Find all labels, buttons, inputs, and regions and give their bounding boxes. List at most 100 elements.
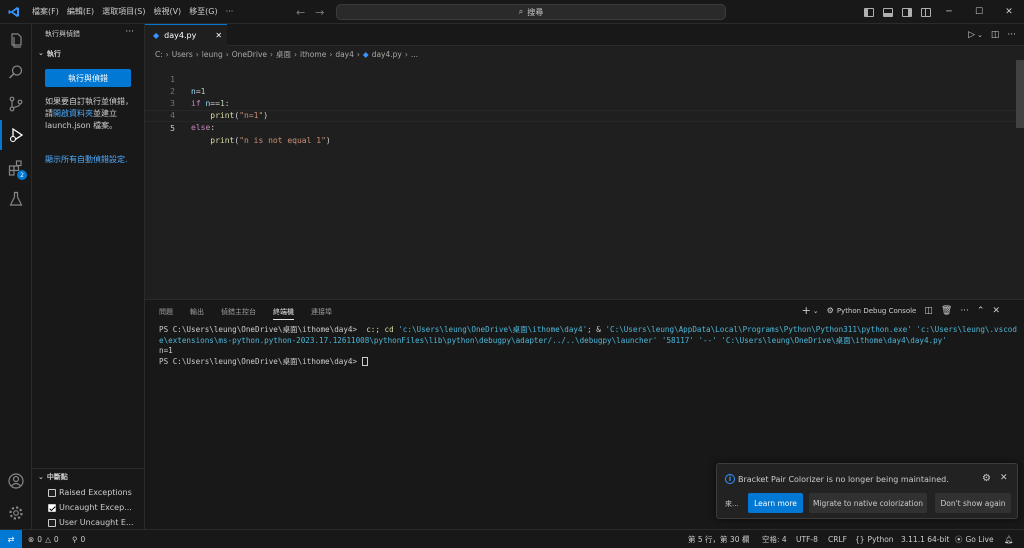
more-actions-icon[interactable]: ···: [960, 306, 969, 316]
editor-scrollbar[interactable]: [1016, 60, 1024, 128]
breadcrumb-item[interactable]: leung: [202, 50, 223, 59]
tab-day4-py[interactable]: ◆ day4.py ✕: [145, 24, 227, 46]
chevron-down-icon[interactable]: ⌄: [813, 307, 819, 315]
run-section-header[interactable]: ⌄ 執行: [38, 49, 61, 59]
menu-file[interactable]: 檔案(F): [28, 0, 63, 24]
breakpoint-user-uncaught[interactable]: User Uncaught E...: [48, 518, 134, 527]
tab-ports[interactable]: 連接埠: [311, 307, 332, 317]
menu-edit[interactable]: 編輯(E): [63, 0, 98, 24]
split-terminal-icon[interactable]: ◫: [924, 306, 933, 316]
chevron-right-icon: ›: [225, 49, 229, 59]
chevron-right-icon: ›: [270, 49, 274, 59]
testing-flask-icon[interactable]: [0, 184, 32, 214]
vscode-window: 檔案(F) 編輯(E) 選取項目(S) 檢視(V) 移至(G) ··· ← → …: [0, 0, 1024, 548]
source-control-icon[interactable]: [0, 89, 32, 119]
settings-gear-icon[interactable]: [0, 498, 32, 528]
customize-layout-icon[interactable]: [921, 7, 931, 17]
menu-more[interactable]: ···: [222, 0, 238, 24]
learn-more-button[interactable]: Learn more: [748, 493, 803, 513]
tab-terminal[interactable]: 終端機: [273, 307, 294, 320]
menu-go[interactable]: 移至(G): [185, 0, 221, 24]
breadcrumb-item[interactable]: Users: [172, 50, 193, 59]
migrate-button[interactable]: Migrate to native colorization: [809, 493, 927, 513]
run-debug-icon[interactable]: [0, 120, 32, 150]
run-and-debug-button[interactable]: 執行與偵錯: [45, 69, 131, 87]
checkbox-checked[interactable]: [48, 503, 56, 512]
tab-problems[interactable]: 問題: [159, 307, 173, 317]
menu-view[interactable]: 檢視(V): [149, 0, 185, 24]
language-mode[interactable]: {} Python: [855, 530, 894, 548]
close-panel-icon[interactable]: ✕: [992, 306, 1000, 316]
warning-count: 0: [53, 535, 59, 544]
breadcrumb-item[interactable]: day4: [335, 50, 354, 59]
breadcrumb-item[interactable]: ithome: [300, 50, 326, 59]
more-actions-icon[interactable]: ···: [125, 27, 134, 37]
close-window-icon[interactable]: ✕: [994, 0, 1024, 24]
chevron-right-icon: ›: [294, 49, 298, 59]
dont-show-again-button[interactable]: Don't show again: [935, 493, 1011, 513]
new-terminal-plus-icon[interactable]: +: [802, 304, 811, 317]
breakpoint-uncaught-exceptions[interactable]: Uncaught Excep...: [48, 503, 132, 512]
notifications-bell-icon[interactable]: 🔔︎: [1004, 530, 1014, 548]
code-line: 2 if n==1:: [145, 74, 1015, 108]
editor-tab-bar: ◆ day4.py ✕ ▷ ⌄ ◫ ···: [145, 24, 1024, 46]
toggle-primary-sidebar-icon[interactable]: [864, 7, 874, 17]
run-dropdown-chevron-icon[interactable]: ⌄: [977, 31, 983, 39]
code-line-current: 5 print("n is not equal 1"): [145, 110, 1015, 145]
chevron-right-icon: ›: [329, 49, 333, 59]
terminal-output[interactable]: PS C:\Users\leung\OneDrive\桌面\ithome\day…: [159, 325, 1019, 367]
editor-actions: ▷ ⌄ ◫ ···: [968, 24, 1016, 46]
breadcrumb-item[interactable]: C:: [155, 50, 163, 59]
run-file-icon[interactable]: ▷: [968, 30, 975, 40]
toggle-secondary-sidebar-icon[interactable]: [902, 7, 912, 17]
close-notification-icon[interactable]: ✕: [1000, 473, 1008, 483]
code-line: 4 else:: [145, 98, 1015, 132]
line-endings[interactable]: CRLF: [828, 530, 847, 548]
close-tab-icon[interactable]: ✕: [215, 31, 222, 40]
breadcrumb-item[interactable]: ...: [411, 50, 418, 59]
breadcrumb-item[interactable]: 桌面: [276, 49, 291, 60]
maximize-icon[interactable]: ☐: [964, 0, 994, 24]
ports-status[interactable]: ⚲ 0: [72, 530, 85, 548]
tab-output[interactable]: 輸出: [190, 307, 204, 317]
toggle-panel-icon[interactable]: [883, 7, 893, 17]
terminal-operator: ; &: [587, 325, 601, 334]
menu-selection[interactable]: 選取項目(S): [98, 0, 149, 24]
checkbox[interactable]: [48, 518, 56, 527]
chevron-right-icon: ›: [356, 49, 360, 59]
settings-gear-icon[interactable]: ⚙: [982, 473, 991, 484]
forward-arrow-icon[interactable]: →: [315, 6, 324, 19]
command-center-search[interactable]: ⌕ 搜尋: [336, 4, 726, 20]
go-live-button[interactable]: ⦿ Go Live: [955, 530, 994, 548]
maximize-panel-chevron-icon[interactable]: ⌃: [977, 306, 985, 316]
back-arrow-icon[interactable]: ←: [296, 6, 305, 19]
breakpoint-raised-exceptions[interactable]: Raised Exceptions: [48, 488, 132, 497]
terminal-profile-label[interactable]: Python Debug Console: [837, 307, 917, 315]
account-icon[interactable]: [0, 466, 32, 496]
split-editor-icon[interactable]: ◫: [991, 30, 1000, 40]
extensions-icon[interactable]: 2: [0, 153, 32, 183]
minimize-icon[interactable]: ─: [934, 0, 964, 24]
search-icon[interactable]: [0, 57, 32, 87]
problems-status[interactable]: ⊗ 0 △ 0: [28, 530, 59, 548]
cursor-position[interactable]: 第 5 行，第 30 欄: [688, 530, 749, 548]
braces-icon: {}: [855, 535, 865, 544]
more-actions-icon[interactable]: ···: [1007, 30, 1016, 40]
show-all-configs-link[interactable]: 顯示所有自動偵錯設定.: [45, 154, 135, 166]
indentation[interactable]: 空格: 4: [762, 530, 787, 548]
code-text: else:: [191, 123, 216, 132]
code-editor[interactable]: 1 n=1 2 if n==1: 3 print("n=1") 4 else: …: [145, 60, 1015, 298]
explorer-icon[interactable]: [0, 26, 32, 56]
code-line: 3 print("n=1"): [145, 86, 1015, 120]
activity-bar: 2: [0, 24, 32, 529]
breadcrumb-item[interactable]: day4.py: [372, 50, 402, 59]
encoding[interactable]: UTF-8: [796, 530, 818, 548]
checkbox[interactable]: [48, 488, 56, 497]
trash-icon[interactable]: 🗑: [941, 306, 952, 316]
breadcrumb-item[interactable]: OneDrive: [232, 50, 267, 59]
breakpoints-header[interactable]: ⌄ 中斷點: [32, 468, 145, 484]
tab-debug-console[interactable]: 偵錯主控台: [221, 307, 256, 317]
remote-indicator-icon[interactable]: ⇄: [0, 530, 22, 548]
python-interpreter[interactable]: 3.11.1 64-bit: [901, 530, 949, 548]
open-folder-link[interactable]: 開啟資料夾: [53, 109, 93, 118]
